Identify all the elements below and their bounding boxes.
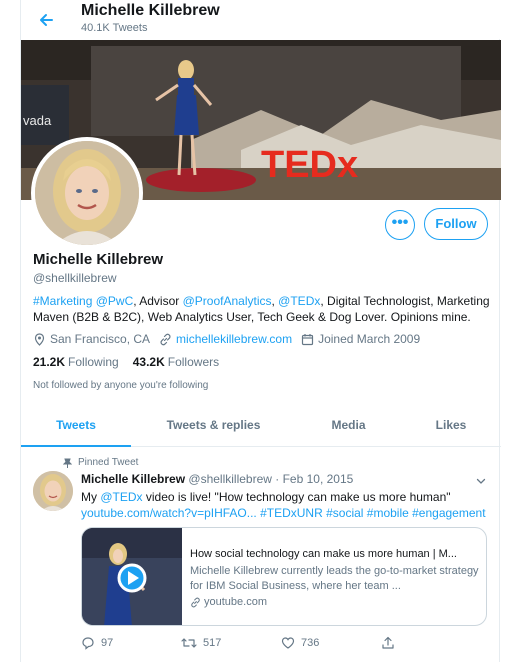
more-options-button[interactable]: ••• xyxy=(385,210,415,240)
back-arrow-icon[interactable] xyxy=(33,7,59,33)
link-icon xyxy=(191,597,200,607)
profile-bio: #Marketing @PwC, Advisor @ProofAnalytics… xyxy=(33,293,493,325)
share-icon xyxy=(382,636,394,649)
profile-column: Michelle Killebrew 40.1K Tweets vada TED… xyxy=(20,0,501,662)
tweet-mention-tedx[interactable]: @TEDx xyxy=(100,490,142,504)
follow-button[interactable]: Follow xyxy=(424,208,488,240)
profile-handle: @shellkillebrew xyxy=(33,271,117,285)
like-button[interactable]: 736 xyxy=(281,634,381,652)
bio-hashtag-marketing[interactable]: #Marketing xyxy=(33,294,92,308)
bio-mention-pwc[interactable]: @PwC xyxy=(96,294,134,308)
header-tweet-count: 40.1K Tweets xyxy=(81,22,148,34)
card-description: Michelle Killebrew currently leads the g… xyxy=(190,565,479,592)
pinned-tweet-label: Pinned Tweet xyxy=(63,457,138,468)
reply-icon xyxy=(82,637,94,650)
active-tab-indicator xyxy=(21,445,131,447)
following-stat[interactable]: 21.2K Following xyxy=(33,355,119,369)
retweet-icon xyxy=(181,638,197,648)
followers-count: 43.2K xyxy=(132,355,165,369)
followers-stat[interactable]: 43.2K Followers xyxy=(133,355,219,369)
tab-tweets[interactable]: Tweets xyxy=(21,405,131,447)
profile-meta: San Francisco, CA michellekillebrew.com … xyxy=(33,331,429,347)
reply-button[interactable]: 97 xyxy=(81,634,181,652)
location-pin-icon xyxy=(34,332,45,346)
following-count: 21.2K xyxy=(33,355,66,369)
joined-text: Joined March 2009 xyxy=(318,332,421,346)
bio-mention-tedx[interactable]: @TEDx xyxy=(278,294,320,308)
banner-tedx-text: TEDx xyxy=(261,144,358,186)
card-domain: youtube.com xyxy=(190,596,267,608)
link-preview-card[interactable]: How social technology can make us more h… xyxy=(81,527,487,626)
not-followed-notice: Not followed by anyone you're following xyxy=(33,380,209,391)
website-link[interactable]: michellekillebrew.com xyxy=(176,332,292,346)
profile-name: Michelle Killebrew xyxy=(33,251,164,268)
card-thumbnail xyxy=(82,528,182,625)
profile-avatar[interactable] xyxy=(31,137,143,249)
banner-sign-text: vada xyxy=(23,113,52,128)
tweet-text-part: My xyxy=(81,490,101,504)
location: San Francisco, CA xyxy=(33,332,150,346)
header-name: Michelle Killebrew xyxy=(81,2,220,19)
tweet-header: Michelle Killebrew @shellkillebrew · Feb… xyxy=(81,472,353,486)
following-label: Following xyxy=(68,355,119,369)
website: michellekillebrew.com xyxy=(159,332,292,346)
joined: Joined March 2009 xyxy=(301,332,420,346)
card-domain-text: youtube.com xyxy=(204,596,267,608)
profile-tabs: Tweets Tweets & replies Media Likes xyxy=(21,405,501,447)
reply-count: 97 xyxy=(101,637,114,649)
retweet-count: 517 xyxy=(203,637,222,649)
bio-mention-proofanalytics[interactable]: @ProofAnalytics xyxy=(183,294,272,308)
tab-label: Tweets & replies xyxy=(166,418,261,432)
tweet-links-hashtags[interactable]: youtube.com/watch?v=pIHFAO... #TEDxUNR #… xyxy=(81,506,486,520)
card-title: How social technology can make us more h… xyxy=(190,548,457,560)
chevron-down-icon[interactable] xyxy=(475,474,487,486)
top-bar: Michelle Killebrew 40.1K Tweets xyxy=(21,0,501,39)
tweet-text-part: video is live! "How technology can make … xyxy=(142,490,451,504)
link-icon xyxy=(160,333,171,345)
pin-icon xyxy=(63,458,72,468)
tweet-actions: 97 517 736 xyxy=(81,634,481,652)
retweet-button[interactable]: 517 xyxy=(181,634,281,652)
calendar-icon xyxy=(301,333,314,345)
tweet-author-avatar[interactable] xyxy=(33,471,73,511)
location-text: San Francisco, CA xyxy=(50,332,151,346)
tweet-handle-date[interactable]: @shellkillebrew · Feb 10, 2015 xyxy=(185,472,353,486)
tab-likes[interactable]: Likes xyxy=(401,405,501,446)
tab-label: Tweets xyxy=(56,418,96,432)
tweet-author-name[interactable]: Michelle Killebrew xyxy=(81,472,185,486)
pinned-text: Pinned Tweet xyxy=(78,457,139,468)
followers-label: Followers xyxy=(167,355,220,369)
like-count: 736 xyxy=(301,637,320,649)
tab-label: Likes xyxy=(435,418,467,432)
tweet-text: My @TEDx video is live! "How technology … xyxy=(81,489,491,521)
share-button[interactable] xyxy=(381,634,481,652)
bio-text: , Advisor xyxy=(133,294,183,308)
heart-icon xyxy=(281,637,295,649)
profile-stats: 21.2K Following 43.2K Followers xyxy=(33,355,233,369)
tab-media[interactable]: Media xyxy=(296,405,401,446)
tab-label: Media xyxy=(331,418,366,432)
tab-tweets-and-replies[interactable]: Tweets & replies xyxy=(131,405,296,446)
